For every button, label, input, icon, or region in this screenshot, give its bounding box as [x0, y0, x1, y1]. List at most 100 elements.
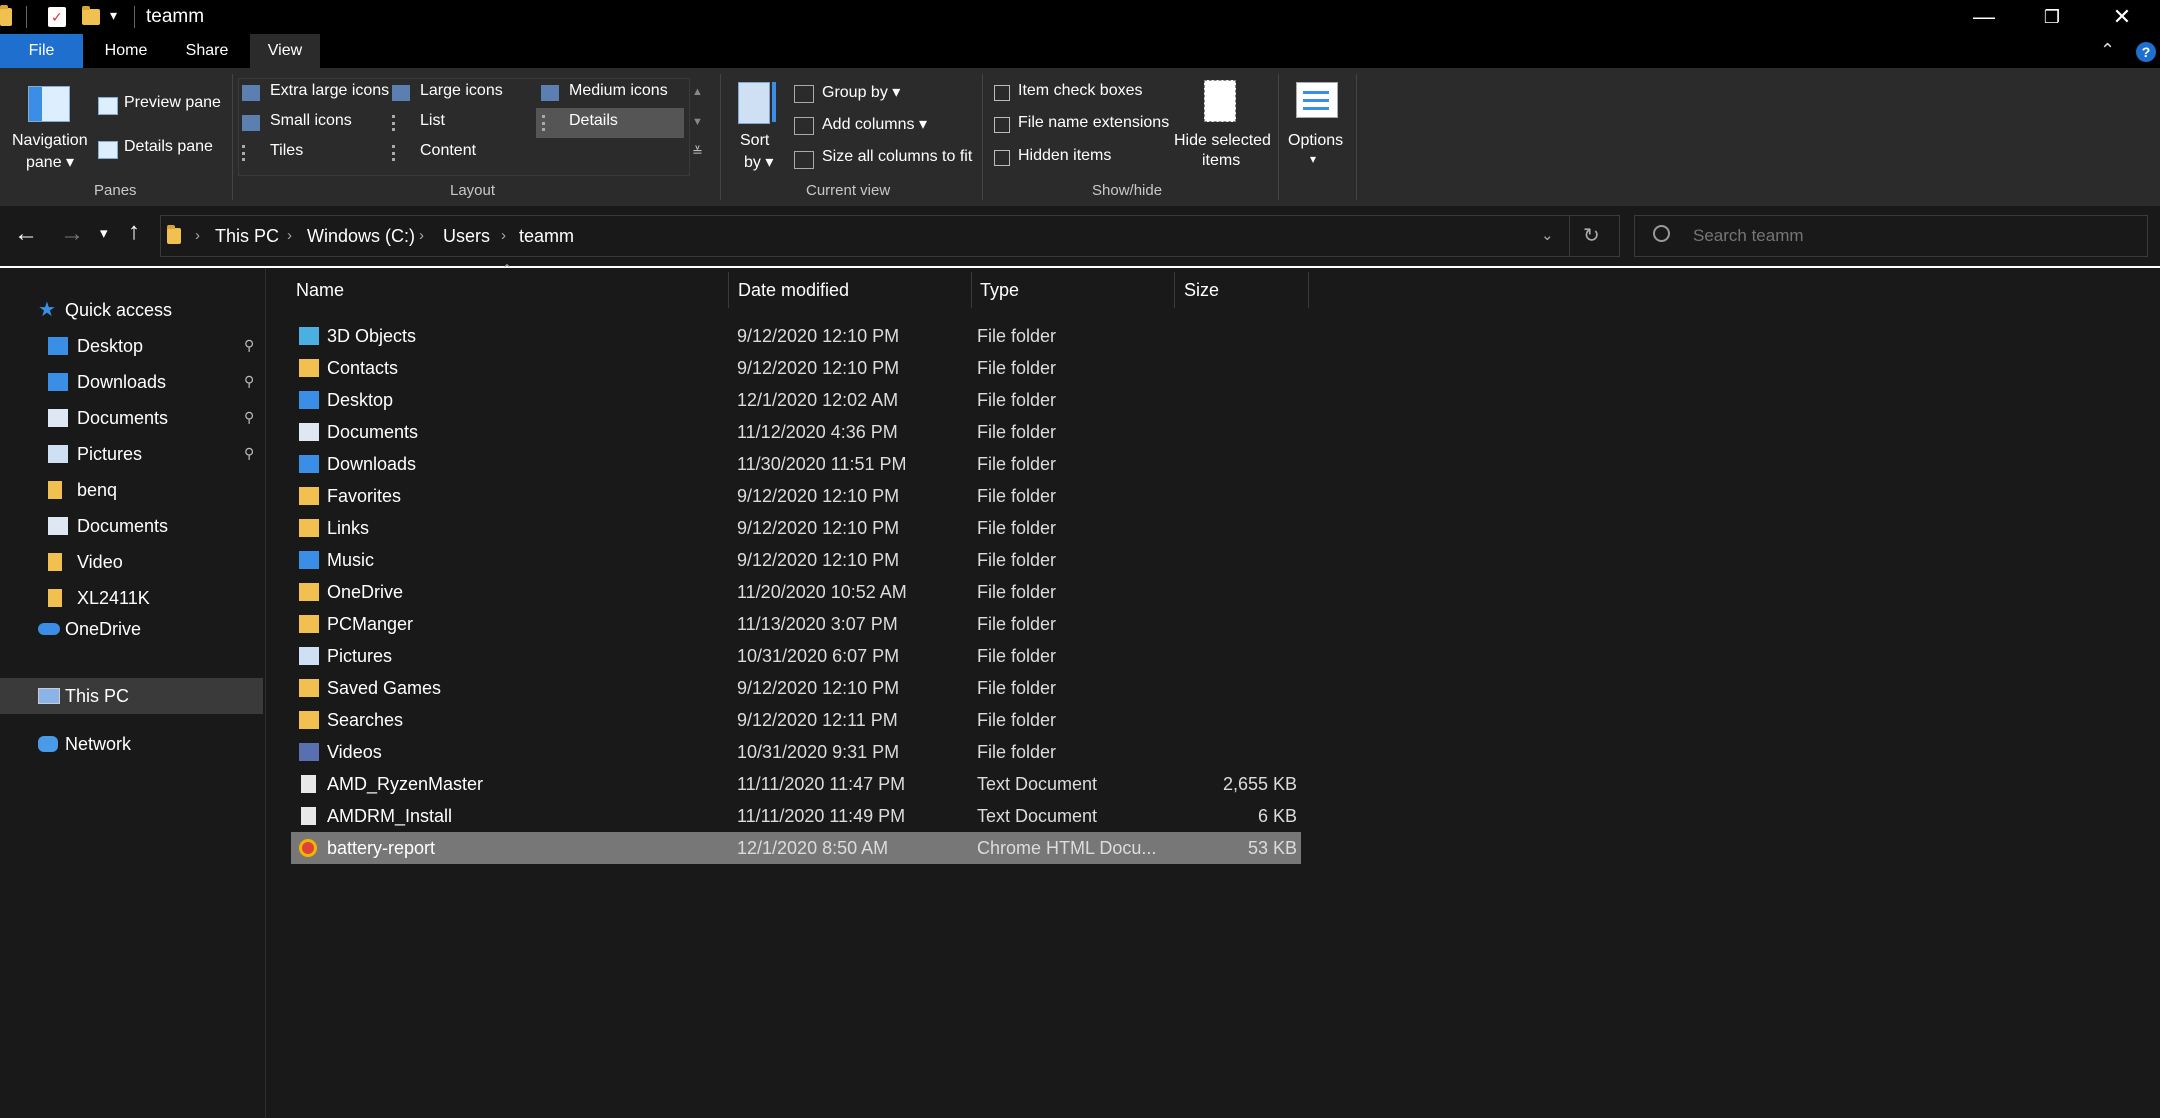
column-divider[interactable] — [728, 272, 729, 308]
table-row[interactable]: Favorites 9/12/2020 12:10 PM File folder — [291, 480, 1301, 512]
hidden-items-checkbox[interactable] — [994, 150, 1010, 166]
searches-folder-icon — [299, 711, 319, 729]
up-button[interactable]: ↑ — [128, 218, 140, 246]
options-dropdown-icon: ▾ — [1310, 152, 1317, 166]
nav-item[interactable]: Documents ⚲ — [0, 400, 265, 436]
back-button[interactable]: ← — [14, 220, 38, 248]
preview-pane-button[interactable]: Preview pane — [96, 94, 226, 116]
gallery-more-icon[interactable]: ≚ — [692, 144, 703, 160]
new-folder-icon[interactable] — [82, 6, 100, 25]
column-header-type[interactable]: Type — [980, 268, 1170, 312]
nav-item[interactable]: benq — [0, 472, 265, 508]
restore-button[interactable]: ❐ — [2018, 0, 2086, 34]
table-row[interactable]: Searches 9/12/2020 12:11 PM File folder — [291, 704, 1301, 736]
3d-objects-icon — [299, 327, 319, 345]
folder-icon — [167, 225, 181, 244]
column-divider[interactable] — [1308, 272, 1309, 308]
breadcrumb-separator[interactable]: › — [501, 216, 506, 256]
hide-selected-items-button[interactable]: Hide selected items — [1170, 78, 1271, 178]
search-input[interactable] — [1691, 222, 2125, 250]
breadcrumb-users[interactable]: Users — [443, 216, 490, 256]
file-type: File folder — [977, 486, 1057, 506]
table-row[interactable]: Documents 11/12/2020 4:36 PM File folder — [291, 416, 1301, 448]
search-box[interactable] — [1634, 215, 2148, 257]
table-row[interactable]: Videos 10/31/2020 9:31 PM File folder — [291, 736, 1301, 768]
tab-file[interactable]: File — [0, 34, 83, 68]
table-row[interactable]: OneDrive 11/20/2020 10:52 AM File folder — [291, 576, 1301, 608]
customize-quick-access-button[interactable]: ▾ — [110, 7, 117, 24]
file-name-extensions-checkbox[interactable] — [994, 117, 1010, 133]
content-label: Content — [420, 142, 477, 159]
table-row[interactable]: AMD_RyzenMaster 11/11/2020 11:47 PM Text D… — [291, 768, 1301, 800]
pin-icon[interactable]: ⚲ — [244, 328, 254, 364]
file-name: Documents — [327, 422, 419, 442]
nav-item[interactable]: Desktop ⚲ — [0, 328, 265, 364]
help-icon[interactable]: ? — [2136, 42, 2156, 62]
file-date: 9/12/2020 12:10 PM — [737, 326, 900, 346]
nav-this-pc[interactable]: This PC — [0, 678, 263, 714]
table-row[interactable]: Desktop 12/1/2020 12:02 AM File folder — [291, 384, 1301, 416]
column-header-size[interactable]: Size — [1184, 268, 1284, 312]
nav-item[interactable]: Pictures ⚲ — [0, 436, 265, 472]
table-row[interactable]: battery-report 12/1/2020 8:50 AM Chrome HT… — [291, 832, 1301, 864]
gallery-scroll-down-icon[interactable]: ▼ — [692, 116, 703, 128]
medium-icons-label: Medium icons — [569, 82, 668, 99]
file-date: 9/12/2020 12:10 PM — [737, 678, 900, 698]
column-header-name[interactable]: Name — [296, 268, 696, 312]
details-pane-button[interactable]: Details pane — [96, 138, 226, 160]
sort-by-button[interactable]: Sort by ▾ — [730, 78, 786, 178]
breadcrumb-this-pc[interactable]: This PC — [215, 216, 279, 256]
nav-item[interactable]: Video — [0, 544, 265, 580]
minimize-ribbon-icon[interactable]: ⌃ — [2100, 40, 2115, 61]
file-date: 10/31/2020 6:07 PM — [737, 646, 900, 666]
column-divider[interactable] — [1174, 272, 1175, 308]
separator — [1356, 74, 1357, 200]
breadcrumb-separator[interactable]: › — [195, 216, 200, 256]
tab-view[interactable]: View — [250, 34, 320, 68]
pin-icon[interactable]: ⚲ — [244, 364, 254, 400]
pin-icon[interactable]: ⚲ — [244, 436, 254, 472]
close-button[interactable]: ✕ — [2088, 0, 2156, 34]
minimize-button[interactable]: — — [1950, 0, 2018, 34]
table-row[interactable]: Links 9/12/2020 12:10 PM File folder — [291, 512, 1301, 544]
nav-item-label: benq — [77, 480, 118, 500]
options-button[interactable]: Options ▾ — [1284, 78, 1348, 178]
table-row[interactable]: Music 9/12/2020 12:10 PM File folder — [291, 544, 1301, 576]
nav-item[interactable]: Documents — [0, 508, 265, 544]
refresh-icon[interactable]: ↻ — [1583, 216, 1600, 256]
table-row[interactable]: Pictures 10/31/2020 6:07 PM File folder — [291, 640, 1301, 672]
breadcrumb-teamm[interactable]: teamm — [519, 216, 574, 256]
sort-by-label-2: by ▾ — [744, 154, 774, 171]
videos-folder-icon — [299, 743, 319, 761]
folder-icon — [0, 5, 12, 26]
table-row[interactable]: 3D Objects 9/12/2020 12:10 PM File folder — [291, 320, 1301, 352]
column-header-date[interactable]: Date modified — [738, 268, 968, 312]
links-folder-icon — [299, 519, 319, 537]
recent-locations-button[interactable]: ▾ — [100, 224, 108, 242]
tab-home[interactable]: Home — [94, 34, 158, 68]
onedrive-folder-icon — [299, 583, 319, 601]
pin-icon[interactable]: ⚲ — [244, 400, 254, 436]
item-check-boxes-checkbox[interactable] — [994, 85, 1010, 101]
table-row[interactable]: Downloads 11/30/2020 11:51 PM File folder — [291, 448, 1301, 480]
tab-share[interactable]: Share — [172, 34, 242, 68]
breadcrumb-separator[interactable]: › — [419, 216, 424, 256]
forward-button[interactable]: → — [60, 220, 84, 248]
navigation-pane-button[interactable]: Navigation pane ▾ — [10, 68, 90, 178]
table-row[interactable]: Contacts 9/12/2020 12:10 PM File folder — [291, 352, 1301, 384]
properties-icon[interactable]: ✓ — [48, 7, 66, 27]
column-divider[interactable] — [971, 272, 972, 308]
table-row[interactable]: Saved Games 9/12/2020 12:10 PM File folder — [291, 672, 1301, 704]
breadcrumb-separator[interactable]: › — [287, 216, 292, 256]
nav-item[interactable]: Downloads ⚲ — [0, 364, 265, 400]
breadcrumb-windows-c[interactable]: Windows (C:) — [307, 216, 415, 256]
sort-by-icon — [738, 82, 770, 124]
address-history-dropdown-icon[interactable]: ⌄ — [1541, 216, 1554, 256]
file-date: 11/20/2020 10:52 AM — [737, 582, 907, 602]
table-row[interactable]: AMDRM_Install 11/11/2020 11:49 PM Text Doc… — [291, 800, 1301, 832]
content-icon — [392, 145, 409, 161]
table-row[interactable]: PCManger 11/13/2020 3:07 PM File folder — [291, 608, 1301, 640]
layout-details[interactable]: Details — [536, 108, 684, 138]
address-bar[interactable]: › This PC › Windows (C:) › Users › teamm… — [160, 215, 1620, 257]
gallery-scroll-up-icon[interactable]: ▲ — [692, 86, 703, 98]
